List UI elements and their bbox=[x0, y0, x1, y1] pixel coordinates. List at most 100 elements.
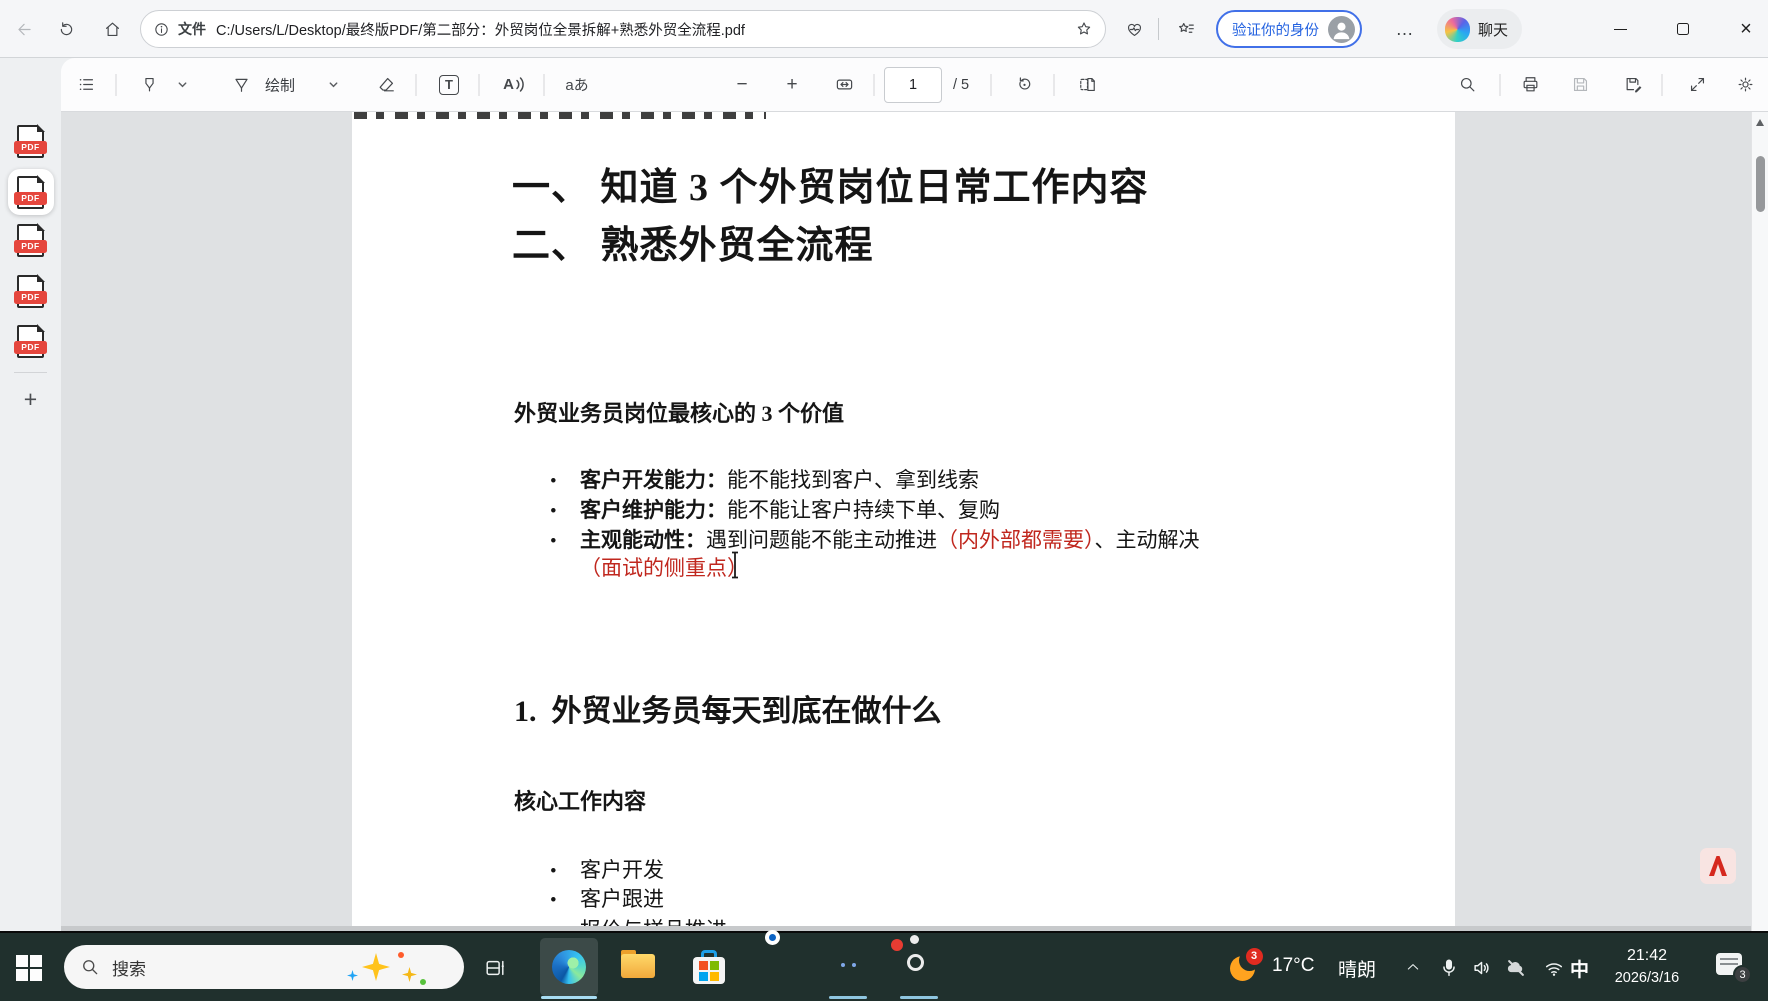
taskbar-obs[interactable] bbox=[902, 950, 936, 984]
page-view-icon bbox=[1078, 75, 1097, 94]
favorites-list-button[interactable] bbox=[1170, 13, 1202, 45]
translate-button[interactable]: aあ bbox=[560, 68, 594, 102]
browser-chrome: 文件 C:/Users/L/Desktop/最终版PDF/第二部分：外贸岗位全景… bbox=[0, 0, 1768, 58]
zoom-in-button[interactable]: + bbox=[775, 68, 809, 102]
rotate-button[interactable] bbox=[1007, 68, 1041, 102]
copilot-chat-button[interactable]: 聊天 bbox=[1437, 9, 1522, 49]
highlight-button[interactable] bbox=[132, 68, 166, 102]
close-button[interactable]: × bbox=[1726, 12, 1766, 46]
home-button[interactable] bbox=[96, 13, 128, 45]
pdf-file-icon: PDF bbox=[17, 224, 44, 257]
taskbar-store[interactable] bbox=[693, 950, 727, 984]
maximize-button[interactable] bbox=[1663, 12, 1703, 46]
tray-volume[interactable] bbox=[1469, 955, 1495, 981]
bullet-item: •客户开发能力：能不能找到客户、拿到线索 bbox=[550, 464, 979, 494]
pdf-tab-4[interactable]: PDF bbox=[8, 268, 54, 314]
page-view-button[interactable] bbox=[1070, 68, 1104, 102]
read-aloud-button[interactable]: A bbox=[497, 68, 531, 102]
weather-widget[interactable]: 3 bbox=[1225, 953, 1259, 983]
new-tab-button[interactable]: + bbox=[14, 384, 48, 414]
tray-microphone[interactable] bbox=[1436, 955, 1462, 981]
pdf-file-icon: PDF bbox=[17, 125, 44, 158]
taskbar-search-box[interactable]: 搜索 bbox=[64, 945, 464, 989]
pdf-tab-2-active[interactable]: PDF bbox=[8, 169, 54, 215]
chevron-down-icon bbox=[177, 79, 188, 90]
toc-button[interactable] bbox=[69, 68, 103, 102]
divider bbox=[116, 74, 117, 96]
pdf-settings-button[interactable] bbox=[1728, 68, 1762, 102]
search-document-button[interactable] bbox=[1450, 68, 1484, 102]
verify-identity-button[interactable]: 验证你的身份 bbox=[1216, 10, 1362, 48]
back-button[interactable] bbox=[8, 13, 40, 45]
erase-button[interactable] bbox=[369, 68, 403, 102]
task-view-button[interactable] bbox=[478, 951, 512, 985]
settings-more-button[interactable]: … bbox=[1388, 12, 1422, 46]
bullet-dot: • bbox=[550, 921, 580, 931]
tray-onedrive[interactable] bbox=[1502, 955, 1530, 981]
fullscreen-button[interactable] bbox=[1680, 68, 1714, 102]
favorite-star-icon[interactable] bbox=[1075, 20, 1093, 38]
bullet-continuation: （面试的侧重点） bbox=[580, 552, 748, 582]
pdf-tab-3[interactable]: PDF bbox=[8, 217, 54, 263]
page-total-label: / 5 bbox=[953, 77, 969, 93]
notification-center-button[interactable]: 3 bbox=[1716, 953, 1746, 979]
copilot-label: 聊天 bbox=[1478, 19, 1508, 40]
divider bbox=[479, 74, 480, 96]
doc-heading-1: 一、 知道 3 个外贸岗位日常工作内容 bbox=[512, 156, 1149, 211]
draw-dropdown[interactable] bbox=[322, 68, 344, 102]
add-text-button[interactable]: T bbox=[432, 68, 466, 102]
sparkle-icon bbox=[402, 967, 417, 982]
copilot-icon bbox=[1445, 17, 1470, 42]
refresh-button[interactable] bbox=[50, 13, 82, 45]
scroll-up-arrow[interactable] bbox=[1756, 119, 1764, 126]
vertical-scrollbar[interactable] bbox=[1751, 112, 1768, 931]
running-indicator bbox=[900, 996, 938, 999]
weather-badge: 3 bbox=[1246, 948, 1263, 965]
pdf-tab-1[interactable]: PDF bbox=[8, 118, 54, 164]
address-bar[interactable]: 文件 C:/Users/L/Desktop/最终版PDF/第二部分：外贸岗位全景… bbox=[140, 10, 1106, 48]
bullet-item: •主观能动性：遇到问题能不能主动推进（内外部都需要）、主动解决 bbox=[550, 524, 1200, 554]
star-list-icon bbox=[1177, 20, 1196, 39]
weather-condition: 晴朗 bbox=[1338, 955, 1376, 982]
open-in-acrobat-button[interactable] bbox=[1700, 848, 1736, 884]
ime-indicator[interactable]: 中 bbox=[1570, 955, 1589, 982]
sound-waves-icon bbox=[515, 76, 525, 93]
divider bbox=[874, 74, 875, 96]
save-button[interactable] bbox=[1563, 68, 1597, 102]
clock-date: 2026/3/16 bbox=[1596, 968, 1698, 990]
taskbar-outlook[interactable] bbox=[763, 950, 797, 984]
heart-pulse-icon bbox=[1125, 20, 1144, 39]
avatar bbox=[1328, 16, 1355, 43]
pdf-file-icon: PDF bbox=[17, 275, 44, 308]
draw-label: 绘制 bbox=[265, 74, 295, 95]
divider bbox=[14, 372, 47, 373]
taskbar-edge-active[interactable] bbox=[540, 938, 598, 996]
info-icon bbox=[153, 21, 170, 38]
section1-subtitle: 核心工作内容 bbox=[514, 784, 646, 816]
fit-width-button[interactable] bbox=[827, 68, 861, 102]
notification-badge: 3 bbox=[1733, 965, 1752, 984]
zoom-out-button[interactable]: − bbox=[725, 68, 759, 102]
bullet-item: •客户维护能力：能不能让客户持续下单、复购 bbox=[550, 494, 1000, 524]
highlight-dropdown[interactable] bbox=[171, 68, 193, 102]
browser-essentials-button[interactable] bbox=[1118, 13, 1150, 45]
draw-button[interactable] bbox=[224, 68, 258, 102]
save-as-button[interactable] bbox=[1616, 68, 1650, 102]
taskbar-clock[interactable]: 21:42 2026/3/16 bbox=[1596, 944, 1698, 990]
scrollbar-thumb[interactable] bbox=[1756, 156, 1765, 212]
minimize-button[interactable] bbox=[1600, 12, 1640, 46]
print-button[interactable] bbox=[1513, 68, 1547, 102]
recording-dot bbox=[889, 937, 905, 953]
page-number-input[interactable] bbox=[884, 67, 942, 103]
refresh-icon bbox=[57, 20, 76, 39]
start-button[interactable] bbox=[14, 953, 44, 983]
taskbar-dark-app[interactable] bbox=[833, 950, 867, 984]
divider bbox=[1500, 74, 1501, 96]
pdf-tab-5[interactable]: PDF bbox=[8, 318, 54, 364]
adobe-acrobat-icon bbox=[1707, 854, 1729, 878]
taskbar-file-explorer[interactable] bbox=[621, 950, 655, 984]
gear-icon bbox=[1736, 75, 1755, 94]
tray-network[interactable] bbox=[1540, 955, 1568, 981]
tray-expand-button[interactable] bbox=[1400, 957, 1426, 977]
sparkle-icon bbox=[362, 953, 390, 981]
